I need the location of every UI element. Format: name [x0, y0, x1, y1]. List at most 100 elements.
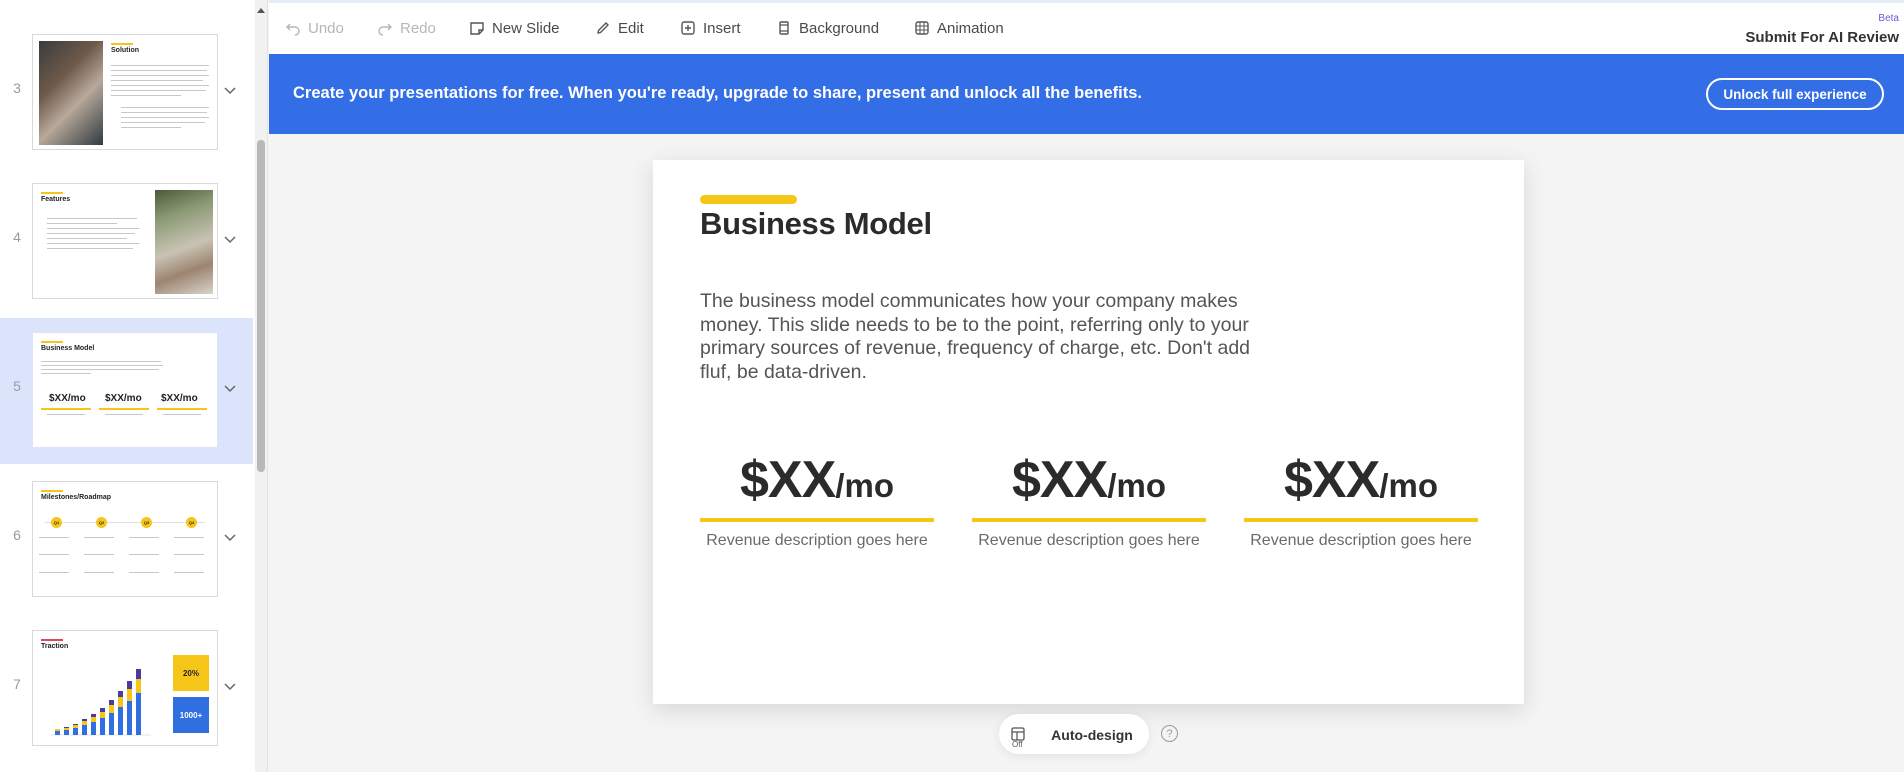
- editor-toolbar: Undo Redo New Slide Edit Insert Backgrou…: [269, 0, 1904, 54]
- title-accent-bar: [700, 195, 797, 204]
- beta-badge: Beta: [1878, 13, 1899, 24]
- background-label: Background: [799, 19, 880, 37]
- price-description[interactable]: Revenue description goes here: [972, 532, 1206, 550]
- chevron-down-icon[interactable]: [222, 529, 238, 545]
- thumbnail-photo: [39, 41, 103, 145]
- text-line: [174, 554, 204, 555]
- animation-label: Animation: [937, 19, 1004, 37]
- price-underline: [700, 518, 934, 522]
- text-line: [121, 122, 205, 123]
- slide-number: 3: [13, 80, 21, 96]
- text-line: [111, 95, 181, 96]
- chevron-down-icon[interactable]: [222, 231, 238, 247]
- mini-price: $XX/mo: [105, 393, 142, 404]
- price-unit: /mo: [1379, 467, 1438, 504]
- text-line: [121, 117, 209, 118]
- redo-button[interactable]: Redo: [377, 17, 436, 39]
- timeline-line: [45, 522, 205, 523]
- thumbnail-title: Solution: [111, 47, 139, 54]
- slide-thumbnail-row[interactable]: 4 Features: [0, 169, 253, 315]
- auto-design-button[interactable]: Auto-design: [1043, 722, 1141, 747]
- price-description[interactable]: Revenue description goes here: [700, 532, 934, 550]
- text-line: [47, 414, 85, 415]
- new-slide-icon: [470, 22, 484, 35]
- roadmap-marker: Q2: [96, 517, 107, 528]
- insert-button[interactable]: Insert: [680, 17, 741, 39]
- price-unit: /mo: [835, 467, 894, 504]
- animation-icon: [915, 21, 929, 35]
- text-line: [39, 572, 69, 573]
- scrollbar-thumb[interactable]: [257, 140, 265, 472]
- text-line: [47, 248, 133, 249]
- text-line: [111, 90, 206, 91]
- background-button[interactable]: Background: [776, 17, 879, 39]
- animation-button[interactable]: Animation: [914, 17, 1004, 39]
- accent-bar: [41, 490, 63, 492]
- price-block[interactable]: $XX/mo: [972, 450, 1206, 510]
- slide-thumbnail-row[interactable]: 7 Traction 20% 1000+: [0, 616, 253, 762]
- text-line: [121, 112, 207, 113]
- thumbnail-title: Milestones/Roadmap: [41, 494, 112, 501]
- mini-price: $XX/mo: [49, 393, 86, 404]
- text-line: [84, 554, 114, 555]
- slide-thumbnail-row[interactable]: 6 Milestones/Roadmap Q1 Q2 Q3 Q4: [0, 467, 253, 613]
- accent-bar: [111, 43, 133, 45]
- sidebar-scrollbar[interactable]: [255, 0, 267, 772]
- undo-button[interactable]: Undo: [285, 17, 344, 39]
- price-block[interactable]: $XX/mo: [700, 450, 934, 510]
- price-amount: $XX: [1012, 451, 1108, 509]
- price-amount: $XX: [1284, 451, 1380, 509]
- slide-title[interactable]: Business Model: [700, 206, 932, 242]
- text-line: [111, 85, 209, 86]
- accent-bar: [41, 341, 63, 343]
- scroll-up-arrow-icon[interactable]: [257, 8, 265, 13]
- text-line: [41, 361, 161, 362]
- slide-thumbnail[interactable]: Business Model $XX/mo $XX/mo $XX/mo: [32, 332, 218, 448]
- thumbnail-photo: [155, 190, 213, 294]
- slide-thumbnail-row-selected[interactable]: 5 Business Model $XX/mo $XX/mo $XX/mo: [0, 318, 253, 464]
- text-line: [47, 228, 139, 229]
- price-block[interactable]: $XX/mo: [1244, 450, 1478, 510]
- upgrade-banner: Create your presentations for free. When…: [269, 54, 1904, 134]
- roadmap-marker: Q1: [51, 517, 62, 528]
- background-icon: [779, 21, 789, 35]
- roadmap-marker: Q4: [186, 517, 197, 528]
- undo-label: Undo: [308, 19, 344, 37]
- text-line: [129, 572, 159, 573]
- unlock-full-experience-button[interactable]: Unlock full experience: [1706, 78, 1884, 110]
- slide-thumbnail[interactable]: Milestones/Roadmap Q1 Q2 Q3 Q4: [32, 481, 218, 597]
- chevron-down-icon[interactable]: [222, 82, 238, 98]
- help-icon[interactable]: ?: [1161, 725, 1178, 742]
- price-underline: [1244, 518, 1478, 522]
- slide-thumbnail-row[interactable]: 3 Solution: [0, 20, 253, 166]
- text-line: [163, 414, 201, 415]
- slide-number: 6: [13, 527, 21, 543]
- chevron-down-icon[interactable]: [222, 678, 238, 694]
- edit-label: Edit: [618, 19, 644, 37]
- text-line: [111, 65, 209, 66]
- edit-button[interactable]: Edit: [595, 17, 644, 39]
- stat-box-count: 1000+: [173, 697, 209, 733]
- text-line: [174, 537, 204, 538]
- slide-body-text[interactable]: The business model communicates how your…: [700, 290, 1280, 384]
- slide-editor[interactable]: Business Model The business model commun…: [653, 160, 1524, 704]
- slide-thumbnail[interactable]: Solution: [32, 34, 218, 150]
- slide-thumbnail[interactable]: Features: [32, 183, 218, 299]
- auto-design-toggle-state: Off: [1012, 740, 1023, 749]
- text-line: [47, 243, 139, 244]
- chevron-down-icon[interactable]: [222, 380, 238, 396]
- accent-bar: [157, 408, 207, 410]
- text-line: [105, 414, 143, 415]
- price-underline: [972, 518, 1206, 522]
- slide-canvas: Business Model The business model commun…: [269, 134, 1904, 772]
- app-root: 3 Solution 4 Features 5 Business Model $…: [0, 0, 1904, 772]
- slide-thumbnail[interactable]: Traction 20% 1000+: [32, 630, 218, 746]
- text-line: [39, 554, 69, 555]
- new-slide-button[interactable]: New Slide: [469, 17, 560, 39]
- slide-number: 4: [13, 229, 21, 245]
- insert-icon: [681, 21, 695, 35]
- submit-ai-review-button[interactable]: Submit For AI Review: [1745, 29, 1899, 46]
- text-line: [111, 70, 207, 71]
- price-description[interactable]: Revenue description goes here: [1244, 532, 1478, 550]
- text-line: [84, 537, 114, 538]
